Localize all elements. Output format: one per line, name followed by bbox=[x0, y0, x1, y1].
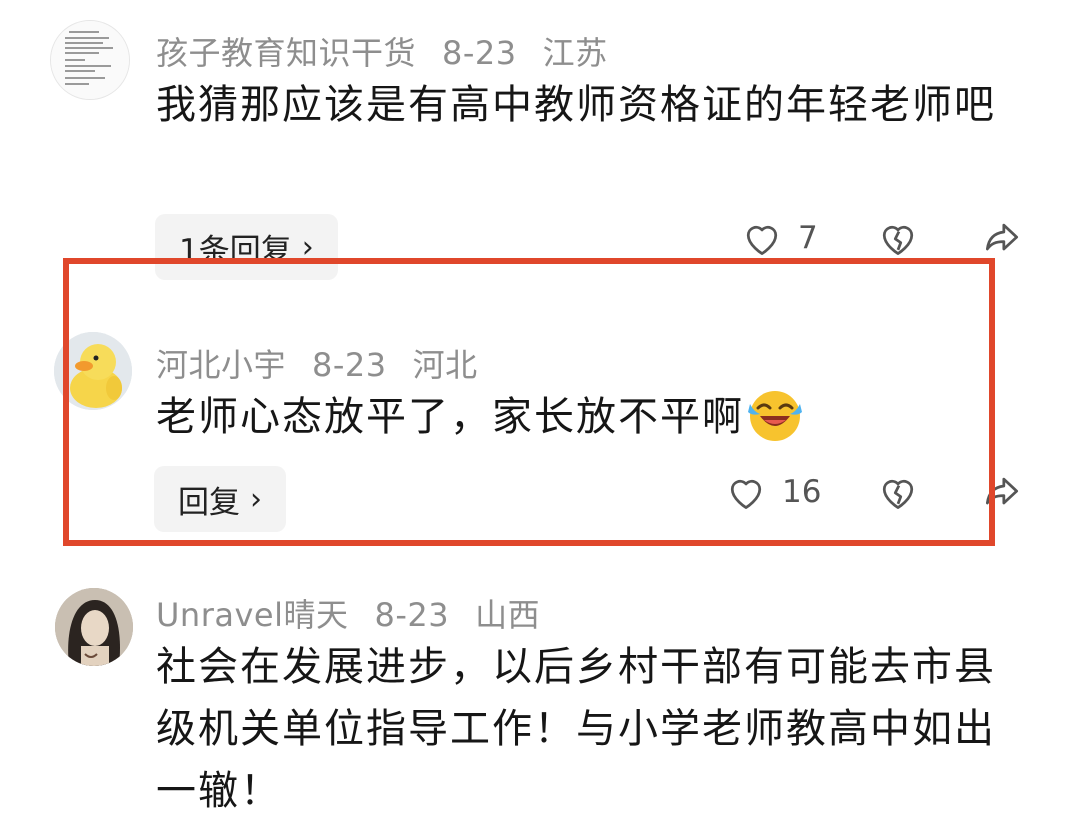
comment-location: 河北 bbox=[412, 346, 478, 384]
username[interactable]: 河北小宇 bbox=[156, 346, 286, 384]
comment-date: 8-23 bbox=[312, 346, 387, 384]
comment-text-body: 老师心态放平了，家长放不平啊 bbox=[156, 394, 744, 440]
dislike-button[interactable] bbox=[876, 216, 920, 260]
username[interactable]: Unravel晴天 bbox=[156, 596, 349, 634]
comment-meta: 河北小宇 8-23 河北 bbox=[156, 340, 504, 386]
like-button[interactable]: 16 bbox=[724, 470, 821, 514]
comment-text: 老师心态放平了，家长放不平啊 bbox=[156, 386, 1006, 448]
heart-icon bbox=[730, 479, 762, 509]
username[interactable]: 孩子教育知识干货 bbox=[156, 34, 416, 72]
chevron-right-icon: › bbox=[250, 481, 262, 517]
comment-text: 社会在发展进步，以后乡村干部有可能去市县级机关单位指导工作！与小学老师教高中如出… bbox=[156, 644, 996, 814]
comment-text: 我猜那应该是有高中教师资格证的年轻老师吧 bbox=[156, 82, 996, 128]
avatar[interactable] bbox=[55, 588, 133, 666]
like-count: 7 bbox=[798, 220, 818, 256]
comment-item: Unravel晴天 8-23 山西 社会在发展进步，以后乡村干部有可能去市县级机关单… bbox=[0, 560, 1080, 827]
avatar[interactable] bbox=[50, 20, 130, 100]
laugh-cry-emoji bbox=[748, 391, 802, 441]
portrait-avatar-icon bbox=[55, 588, 133, 666]
like-button[interactable]: 7 bbox=[740, 216, 818, 260]
share-arrow-icon bbox=[985, 477, 1019, 505]
dislike-button[interactable] bbox=[876, 470, 920, 514]
comment-location: 山西 bbox=[475, 596, 541, 634]
broken-heart-icon bbox=[882, 225, 914, 255]
heart-icon bbox=[746, 225, 778, 255]
comment-location: 江苏 bbox=[542, 34, 608, 72]
share-arrow-icon bbox=[985, 223, 1019, 251]
comment-item: 河北小宇 8-23 河北 老师心态放平了，家长放不平啊 回复 › 16 bbox=[0, 260, 1080, 560]
comment-meta: 孩子教育知识干货 8-23 江苏 bbox=[156, 28, 634, 74]
share-button[interactable] bbox=[980, 216, 1024, 260]
comment-meta: Unravel晴天 8-23 山西 bbox=[156, 590, 566, 636]
share-button[interactable] bbox=[980, 470, 1024, 514]
comment-date: 8-23 bbox=[374, 596, 450, 634]
comment-item: 孩子教育知识干货 8-23 江苏 我猜那应该是有高中教师资格证的年轻老师吧 1条回复… bbox=[0, 0, 1080, 280]
like-count: 16 bbox=[782, 474, 822, 510]
comment-date: 8-23 bbox=[442, 34, 517, 72]
reply-button[interactable]: 回复 › bbox=[154, 466, 286, 532]
reply-label: 回复 bbox=[178, 484, 240, 521]
avatar[interactable] bbox=[54, 332, 132, 410]
broken-heart-icon bbox=[882, 479, 914, 509]
duck-avatar-icon bbox=[54, 332, 132, 410]
comment-actions: 16 bbox=[724, 470, 1044, 530]
document-thumbnail-icon bbox=[51, 21, 129, 99]
